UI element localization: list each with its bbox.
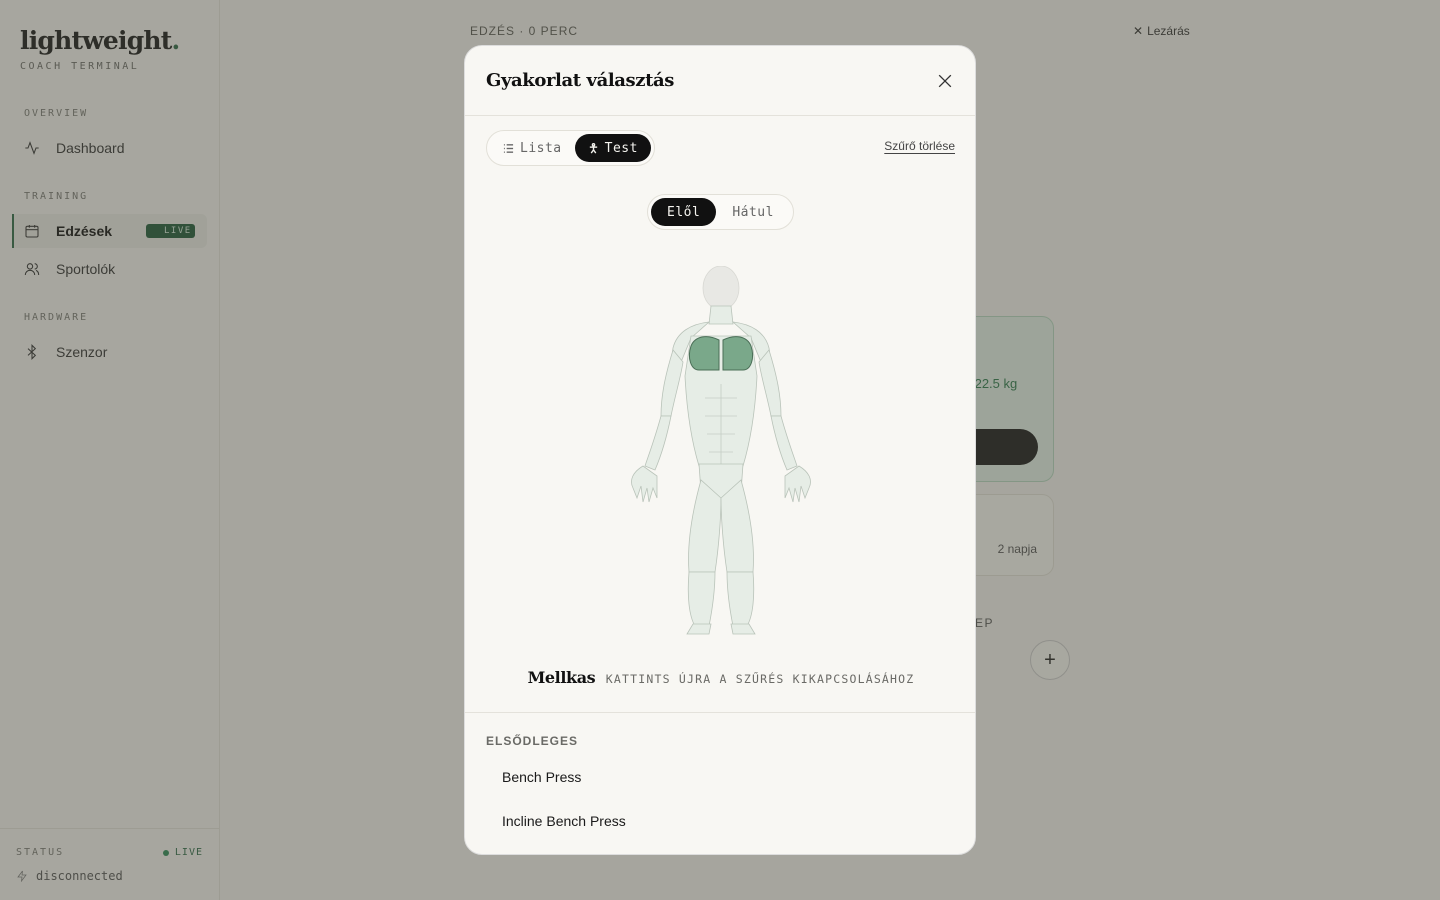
forearm-left[interactable] <box>644 415 672 471</box>
chest-right[interactable] <box>722 336 754 371</box>
modal-title: Gyakorlat választás <box>486 70 675 91</box>
divider <box>465 712 975 713</box>
head <box>702 266 740 311</box>
person-icon <box>589 142 597 153</box>
exercise-item-bench-press[interactable]: Bench Press <box>502 769 581 785</box>
primary-heading: ELSŐDLEGES <box>486 734 579 748</box>
body-map <box>631 266 811 635</box>
exercise-picker-modal: Gyakorlat választás Lista Test Szűrő tör… <box>464 45 976 855</box>
back-view-button[interactable]: Hátul <box>716 198 790 226</box>
upper-arm-left[interactable] <box>660 349 684 417</box>
foot-left <box>686 623 712 635</box>
thigh-right[interactable] <box>720 479 754 573</box>
view-list-button[interactable]: Lista <box>490 134 575 162</box>
shin-right[interactable] <box>726 571 755 627</box>
clear-filter-link[interactable]: Szűrő törlése <box>884 139 955 153</box>
neck <box>708 305 734 325</box>
hand-right <box>784 465 811 503</box>
forearm-right[interactable] <box>770 415 798 471</box>
view-body-button[interactable]: Test <box>574 134 651 162</box>
thigh-left[interactable] <box>688 479 722 573</box>
list-icon <box>503 143 514 153</box>
chest-left[interactable] <box>688 336 720 371</box>
hand-left <box>631 465 658 503</box>
view-mode-toggle: Lista Test <box>486 130 655 166</box>
selected-muscle-name: Mellkas <box>527 668 596 687</box>
close-icon <box>938 74 952 88</box>
deselect-hint: KATTINTS ÚJRA A SZŰRÉS KIKAPCSOLÁSÁHOZ <box>605 672 915 686</box>
foot-right <box>730 623 756 635</box>
shin-left[interactable] <box>687 571 716 627</box>
upper-arm-right[interactable] <box>758 349 782 417</box>
exercise-item-incline-bench-press[interactable]: Incline Bench Press <box>502 813 626 829</box>
modal-close-button[interactable] <box>935 71 955 91</box>
front-view-button[interactable]: Elől <box>651 198 717 226</box>
modal-header: Gyakorlat választás <box>465 46 975 116</box>
selected-muscle-row: Mellkas KATTINTS ÚJRA A SZŰRÉS KIKAPCSOL… <box>465 668 975 688</box>
body-side-toggle: Elől Hátul <box>647 194 794 230</box>
